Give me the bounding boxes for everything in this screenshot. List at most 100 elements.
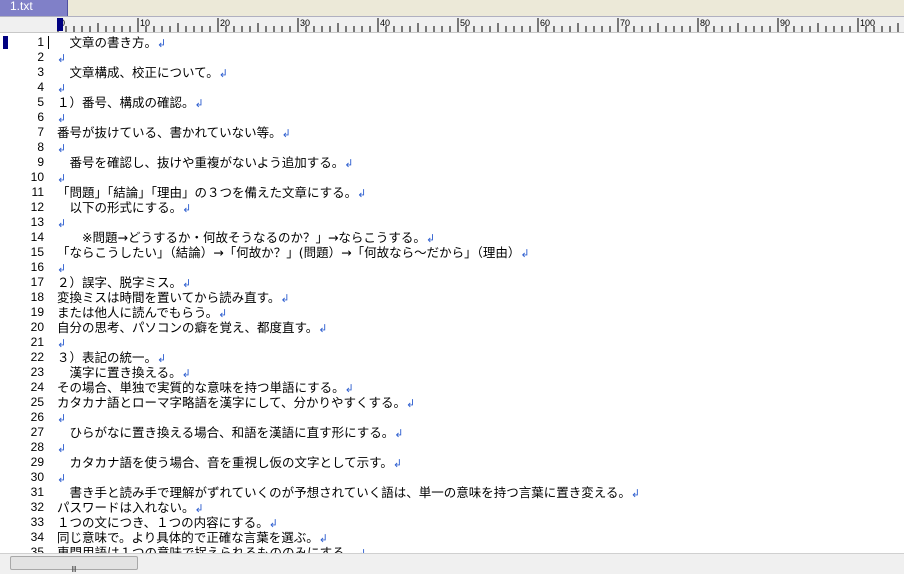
line-break-icon: ↲	[520, 247, 530, 260]
line-number: 26	[30, 410, 44, 424]
line-break-icon: ↲	[57, 112, 67, 125]
line-text: 「ならこうしたい」（結論）→「何故か？」(問題）→「何故なら～だから」（理由）↲	[57, 245, 530, 261]
line-text: ↲	[57, 140, 66, 156]
editor-line[interactable]: 18 変換ミスは時間を置いてから読み直す。↲	[0, 290, 904, 305]
line-break-icon: ↲	[57, 262, 67, 275]
horizontal-scrollbar[interactable]: Ⅲ	[0, 553, 904, 574]
ruler-label: 30	[300, 18, 310, 28]
line-number: 9	[37, 155, 44, 169]
line-number: 35	[30, 545, 44, 553]
line-number: 32	[30, 500, 44, 514]
line-break-icon: ↲	[57, 217, 67, 230]
ruler-label: 20	[220, 18, 230, 28]
editor-line[interactable]: 34 同じ意味で。より具体的で正確な言葉を選ぶ。↲	[0, 530, 904, 545]
line-break-icon: ↲	[182, 277, 192, 290]
ruler-label: 40	[380, 18, 390, 28]
ruler-label: 80	[700, 18, 710, 28]
line-text: 番号が抜けている、書かれていない等。↲	[57, 125, 291, 141]
editor-line[interactable]: 14 ※問題→どうするか・何故そうなるのか？」→ならこうする。↲	[0, 230, 904, 245]
editor-line[interactable]: 29 カタカナ語を使う場合、音を重視し仮の文字として示す。↲	[0, 455, 904, 470]
scroll-thumb-grip: Ⅲ	[71, 565, 77, 574]
line-text: ↲	[57, 215, 66, 231]
line-number: 1	[37, 35, 44, 49]
editor-line[interactable]: 30 ↲	[0, 470, 904, 485]
line-break-icon: ↲	[194, 97, 204, 110]
editor-line[interactable]: 9 番号を確認し、抜けや重複がないよう追加する。↲	[0, 155, 904, 170]
editor-line[interactable]: 3 文章構成、校正について。↲	[0, 65, 904, 80]
line-text: 書き手と読み手で理解がずれていくのが予想されていく語は、単一の意味を持つ言葉に置…	[57, 485, 641, 501]
line-text: 文章の書き方。↲	[57, 35, 167, 51]
line-number: 3	[37, 65, 44, 79]
line-break-icon: ↲	[281, 127, 291, 140]
editor-line[interactable]: 33 １つの文につき、１つの内容にする。↲	[0, 515, 904, 530]
line-break-icon: ↲	[344, 157, 354, 170]
line-text: 変換ミスは時間を置いてから読み直す。↲	[57, 290, 290, 306]
line-text: 以下の形式にする。↲	[57, 200, 192, 216]
editor-line[interactable]: 5 １）番号、構成の確認。↲	[0, 95, 904, 110]
tab-file[interactable]: 1.txt	[0, 0, 68, 16]
editor-line[interactable]: 25 カタカナ語とローマ字略語を漢字にして、分かりやすくする。↲	[0, 395, 904, 410]
line-break-icon: ↲	[57, 52, 67, 65]
editor-line[interactable]: 6 ↲	[0, 110, 904, 125]
editor-line[interactable]: 24 その場合、単独で実質的な意味を持つ単語にする。↲	[0, 380, 904, 395]
line-text: 文章構成、校正について。↲	[57, 65, 228, 81]
editor-line[interactable]: 7 番号が抜けている、書かれていない等。↲	[0, 125, 904, 140]
line-number: 24	[30, 380, 44, 394]
editor-line[interactable]: 4 ↲	[0, 80, 904, 95]
line-number: 19	[30, 305, 44, 319]
line-break-icon: ↲	[57, 412, 67, 425]
line-text-content: 自分の思考、パソコンの癖を覚え、都度直す。	[57, 320, 319, 335]
line-break-icon: ↲	[318, 322, 328, 335]
line-number: 18	[30, 290, 44, 304]
editor-line[interactable]: 11 「問題」「結論」「理由」の３つを備えた文章にする。↲	[0, 185, 904, 200]
editor-line[interactable]: 21 ↲	[0, 335, 904, 350]
text-cursor	[48, 36, 49, 49]
line-text-content: その場合、単独で実質的な意味を持つ単語にする。	[57, 380, 345, 395]
line-text: パスワードは入れない。↲	[57, 500, 204, 516]
editor-line[interactable]: 8 ↲	[0, 140, 904, 155]
line-break-icon: ↲	[268, 517, 278, 530]
editor-line[interactable]: 13 ↲	[0, 215, 904, 230]
line-text-content: 「ならこうしたい」（結論）→「何故か？」(問題）→「何故なら～だから」（理由）	[57, 245, 521, 260]
editor-line[interactable]: 12 以下の形式にする。↲	[0, 200, 904, 215]
line-text: ↲	[57, 260, 66, 276]
line-text: ↲	[57, 440, 66, 456]
editor-line[interactable]: 27 ひらがなに置き換える場合、和語を漢語に直す形にする。↲	[0, 425, 904, 440]
ruler-label: 100	[860, 18, 875, 28]
line-break-icon: ↲	[392, 457, 403, 470]
editor-line[interactable]: 10 ↲	[0, 170, 904, 185]
column-ruler: 0102030405060708090100	[0, 17, 904, 33]
text-editor[interactable]: 1 文章の書き方。↲ 2 ↲ 3 文章構成、校正について。↲ 4 ↲ 5 １）番号、構成の確認…	[0, 33, 904, 553]
editor-line[interactable]: 2 ↲	[0, 50, 904, 65]
editor-line[interactable]: 1 文章の書き方。↲	[0, 35, 904, 50]
line-text: ※問題→どうするか・何故そうなるのか？」→ならこうする。↲	[57, 230, 435, 246]
line-text: 自分の思考、パソコンの癖を覚え、都度直す。↲	[57, 320, 327, 336]
editor-line[interactable]: 15 「ならこうしたい」（結論）→「何故か？」(問題）→「何故なら～だから」（理由…	[0, 245, 904, 260]
line-break-icon: ↲	[57, 172, 67, 185]
line-text: ↲	[57, 470, 66, 486]
editor-line[interactable]: 20 自分の思考、パソコンの癖を覚え、都度直す。↲	[0, 320, 904, 335]
editor-line[interactable]: 35 専門用語は１つの意味で捉えられるもののみにする。↲	[0, 545, 904, 553]
line-text: ↲	[57, 50, 66, 66]
editor-line[interactable]: 19 または他人に読んでもらう。↲	[0, 305, 904, 320]
line-number: 16	[30, 260, 44, 274]
scroll-left-area[interactable]	[0, 554, 10, 574]
line-number: 20	[30, 320, 44, 334]
line-number: 13	[30, 215, 44, 229]
editor-line[interactable]: 31 書き手と読み手で理解がずれていくのが予想されていく語は、単一の意味を持つ言…	[0, 485, 904, 500]
editor-line[interactable]: 32 パスワードは入れない。↲	[0, 500, 904, 515]
editor-line[interactable]: 23 漢字に置き換える。↲	[0, 365, 904, 380]
line-break-icon: ↲	[394, 427, 404, 440]
line-text-content: 同じ意味で。より具体的で正確な言葉を選ぶ。	[57, 530, 319, 545]
editor-line[interactable]: 17 ２）誤字、脱字ミス。↲	[0, 275, 904, 290]
editor-line[interactable]: 28 ↲	[0, 440, 904, 455]
editor-line[interactable]: 26 ↲	[0, 410, 904, 425]
scroll-thumb[interactable]: Ⅲ	[10, 556, 138, 574]
line-text-content: ひらがなに置き換える場合、和語を漢語に直す形にする。	[57, 425, 395, 440]
ruler-label: 90	[780, 18, 790, 28]
editor-line[interactable]: 22 ３）表記の統一。↲	[0, 350, 904, 365]
line-number: 21	[30, 335, 44, 349]
line-break-icon: ↲	[318, 532, 328, 545]
editor-line[interactable]: 16 ↲	[0, 260, 904, 275]
line-number: 12	[30, 200, 44, 214]
